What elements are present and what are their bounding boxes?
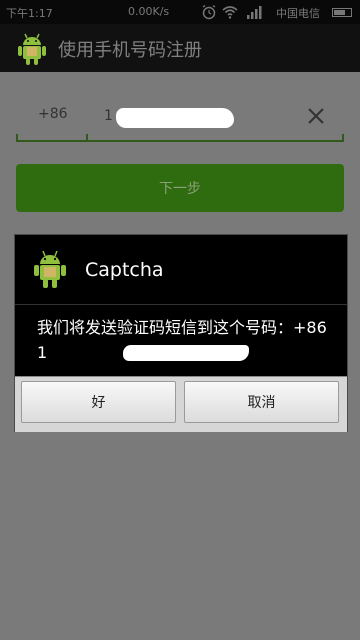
- next-step-button[interactable]: 下一步: [16, 164, 344, 212]
- title-bar: 使用手机号码注册: [0, 24, 360, 72]
- status-time: 下午1:17: [6, 7, 53, 20]
- captcha-dialog: Captcha 我们将发送验证码短信到这个号码：+86 1 好 取消: [14, 234, 348, 432]
- alarm-icon: [202, 4, 216, 20]
- wifi-icon: [222, 6, 238, 19]
- dialog-title: Captcha: [85, 259, 164, 281]
- carrier-name: 中国电信: [276, 7, 320, 20]
- phone-input-row: +86: [16, 90, 344, 142]
- battery-level: [334, 10, 345, 15]
- underline-tick-right: [342, 134, 344, 142]
- battery-icon: [332, 8, 352, 17]
- dialog-button-bar: 好 取消: [15, 376, 347, 432]
- cancel-button[interactable]: 取消: [184, 381, 339, 423]
- country-code-selector[interactable]: +86: [38, 106, 68, 122]
- underline-tick-left: [16, 134, 18, 142]
- dialog-divider: [15, 304, 347, 305]
- underline-tick-divider: [86, 134, 88, 142]
- redaction-mark: [116, 108, 234, 128]
- input-underline: [16, 140, 344, 142]
- redaction-mark: [123, 345, 249, 361]
- page-title: 使用手机号码注册: [58, 40, 202, 61]
- confirm-button[interactable]: 好: [21, 381, 176, 423]
- signal-icon: [247, 6, 262, 19]
- network-speed: 0.00K/s: [128, 5, 170, 18]
- android-icon: [34, 250, 66, 288]
- status-bar: 下午1:17 0.00K/s 中国电信: [0, 0, 360, 24]
- android-icon: [18, 33, 46, 65]
- close-icon[interactable]: [302, 102, 330, 130]
